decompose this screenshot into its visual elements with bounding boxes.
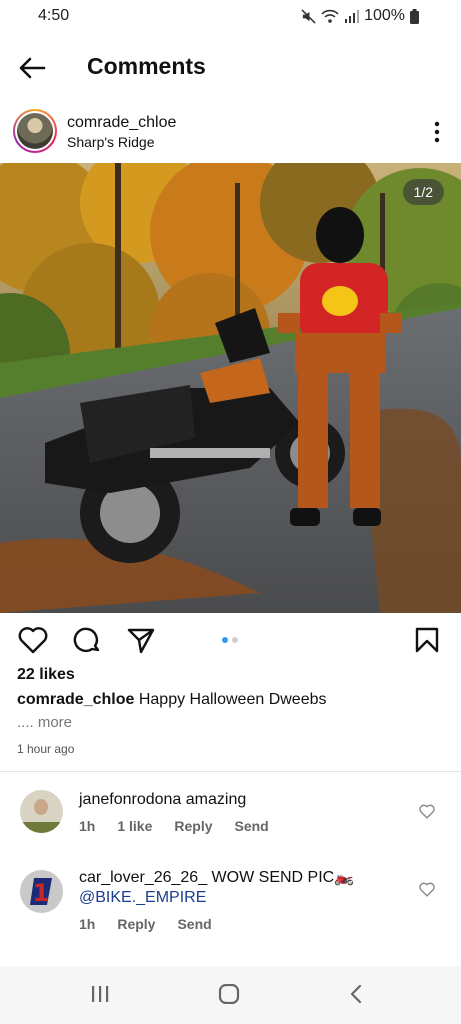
svg-text:1: 1 — [33, 879, 50, 907]
comment-button[interactable] — [72, 626, 102, 661]
comment-like-button[interactable] — [419, 804, 435, 824]
carousel-indicator — [222, 637, 238, 643]
save-button[interactable] — [414, 626, 440, 659]
comment-text: WOW SEND PIC🏍️ — [211, 869, 355, 886]
page-title: Comments — [87, 53, 206, 79]
chevron-left-icon — [350, 984, 362, 1004]
battery-percent: 100% — [364, 7, 405, 24]
heart-icon — [419, 804, 435, 819]
post-image[interactable]: 1/2 — [0, 163, 461, 613]
post-time: 1 hour ago — [17, 742, 75, 756]
status-icons: 100% — [301, 7, 419, 25]
comment-icon — [73, 627, 100, 653]
post-caption: comrade_chloe Happy Halloween Dweebs — [17, 691, 327, 709]
status-bar: 4:50 100% — [0, 0, 461, 34]
like-button[interactable] — [18, 626, 48, 659]
arrow-left-icon — [19, 57, 46, 79]
share-button[interactable] — [126, 626, 156, 659]
caption-more-link[interactable]: .... more — [17, 714, 72, 731]
comment-meta: 1h 1 like Reply Send — [79, 818, 291, 834]
heart-icon — [419, 882, 435, 897]
comment-mention[interactable]: @BIKE._EMPIRE — [79, 889, 206, 906]
post-header: comrade_chloe Sharp's Ridge — [0, 106, 461, 158]
comment-like-button[interactable] — [419, 882, 435, 902]
comment-username[interactable]: janefonrodona — [79, 791, 181, 808]
reply-button[interactable]: Reply — [117, 916, 155, 932]
commenter-avatar[interactable]: 1 — [20, 870, 63, 913]
post-options-button[interactable] — [431, 120, 443, 144]
battery-icon — [410, 8, 419, 24]
send-icon — [127, 628, 155, 654]
comment-likes[interactable]: 1 like — [117, 818, 152, 834]
divider — [0, 771, 461, 772]
commenter-avatar[interactable] — [20, 790, 63, 833]
send-comment-button[interactable]: Send — [235, 818, 269, 834]
recent-apps-button[interactable] — [90, 984, 110, 1009]
home-icon — [218, 983, 240, 1005]
system-navigation-bar — [0, 966, 461, 1024]
reply-button[interactable]: Reply — [174, 818, 212, 834]
comment-time: 1h — [79, 916, 96, 932]
status-time: 4:50 — [38, 7, 70, 24]
back-button[interactable] — [14, 52, 50, 84]
more-vertical-icon — [434, 121, 440, 143]
post-author-avatar[interactable] — [13, 109, 57, 153]
signal-icon — [345, 10, 360, 23]
image-counter: 1/2 — [402, 179, 444, 205]
bookmark-icon — [415, 627, 439, 653]
post-actions — [0, 622, 461, 660]
caption-username[interactable]: comrade_chloe — [17, 691, 134, 708]
top-app-bar: Comments — [0, 40, 461, 96]
post-photo — [0, 163, 461, 613]
avatar-image — [17, 113, 53, 149]
send-comment-button[interactable]: Send — [177, 916, 211, 932]
recent-apps-icon — [92, 986, 109, 1002]
like-count[interactable]: 22 likes — [17, 666, 75, 684]
caption-text: Happy Halloween Dweebs — [138, 691, 327, 708]
carousel-dot — [232, 637, 238, 643]
comment-meta: 1h Reply Send — [79, 916, 234, 932]
comment-username[interactable]: car_lover_26_26_ — [79, 869, 207, 886]
post-location[interactable]: Sharp's Ridge — [67, 134, 155, 150]
system-back-button[interactable] — [349, 984, 363, 1009]
post-username[interactable]: comrade_chloe — [67, 114, 176, 132]
heart-icon — [18, 627, 48, 654]
mute-icon — [301, 8, 316, 24]
wifi-icon — [321, 9, 339, 23]
comment-time: 1h — [79, 818, 96, 834]
home-button[interactable] — [218, 983, 240, 1009]
comment-text: amazing — [185, 791, 247, 808]
carousel-dot-active — [222, 637, 228, 643]
